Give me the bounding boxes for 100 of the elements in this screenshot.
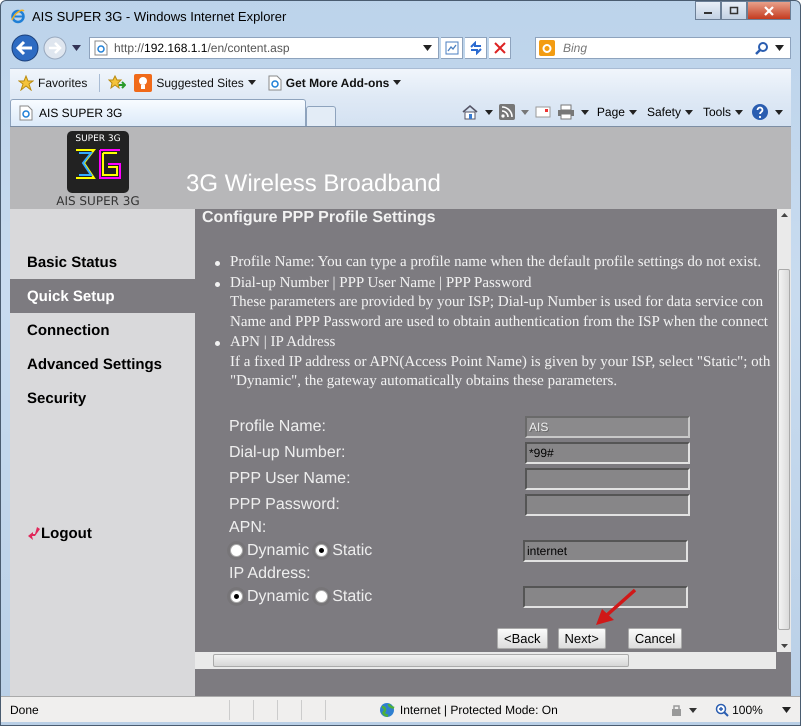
- radio-button[interactable]: [230, 590, 243, 603]
- sidebar-item[interactable]: Connection: [10, 313, 195, 347]
- globe-icon: [378, 702, 395, 718]
- help-text: These parameters are provided by your ISP; Dial-up Number is used for data service con: [230, 293, 764, 312]
- input-field[interactable]: *99#: [525, 442, 690, 464]
- field-label: APN:: [229, 518, 268, 538]
- radio-label: Static: [332, 542, 372, 560]
- bullet-icon: [215, 282, 220, 286]
- caret-icon[interactable]: [423, 45, 432, 51]
- browser-logo-icon: [10, 8, 26, 24]
- zoom-level[interactable]: 100%: [732, 702, 772, 716]
- vertical-scrollbar[interactable]: [777, 209, 791, 652]
- caret-icon[interactable]: [484, 110, 493, 114]
- page-icon: [19, 105, 33, 121]
- scroll-up-icon[interactable]: [780, 213, 788, 217]
- refresh-icon[interactable]: [465, 37, 487, 59]
- radio-button[interactable]: [315, 544, 328, 557]
- field-label: PPP Password:: [229, 496, 341, 514]
- security-zone-text: Internet | Protected Mode: On: [400, 702, 559, 716]
- logo-text: SUPER 3G: [75, 134, 121, 145]
- maximize-icon: [729, 6, 739, 15]
- caret-icon[interactable]: [684, 110, 693, 114]
- input-field[interactable]: [523, 586, 688, 608]
- scroll-down-icon[interactable]: [780, 644, 788, 648]
- form-button[interactable]: <Back: [497, 628, 548, 648]
- lock-icon[interactable]: [669, 702, 700, 716]
- page-icon: [268, 74, 282, 90]
- close-button[interactable]: [747, 1, 791, 20]
- printer-icon[interactable]: [556, 104, 575, 120]
- caret-icon[interactable]: [735, 110, 743, 114]
- browser-tab[interactable]: AIS SUPER 3G: [10, 99, 306, 126]
- menu-button[interactable]: Safety: [644, 105, 695, 119]
- back-button[interactable]: [10, 33, 40, 63]
- caret-icon[interactable]: [782, 706, 791, 712]
- input-field[interactable]: internet: [523, 540, 688, 562]
- pointer-arrow-icon: [593, 588, 637, 628]
- caret-icon[interactable]: [580, 110, 589, 114]
- search-field[interactable]: Bing: [535, 37, 791, 59]
- search-input[interactable]: Bing: [561, 40, 749, 56]
- menu-button[interactable]: Page: [594, 105, 639, 119]
- input-field[interactable]: [525, 468, 690, 490]
- radio-label: Dynamic: [247, 542, 310, 560]
- logout-link[interactable]: Logout: [10, 525, 92, 542]
- caret-icon[interactable]: [775, 45, 784, 51]
- bullet-icon: [215, 261, 220, 266]
- horizontal-scrollbar[interactable]: [195, 652, 776, 669]
- home-icon[interactable]: [460, 104, 479, 120]
- bullet-icon: [215, 341, 220, 346]
- help-text: If a fixed IP address or APN(Access Point Name) is given by your ISP, select "Static"; oth: [230, 352, 770, 372]
- stop-icon[interactable]: [489, 37, 511, 59]
- address-field[interactable]: http://192.168.1.1/en/content.asp: [89, 37, 439, 59]
- help-text: "Dynamic", the gateway automatically obtains these parameters.: [230, 372, 618, 391]
- lightbulb-icon: [134, 74, 152, 92]
- field-label: IP Address:: [229, 564, 312, 584]
- help-text: APN | IP Address: [230, 333, 336, 352]
- search-provider-icon: [539, 40, 555, 56]
- close-icon: [764, 6, 774, 16]
- zoom-icon[interactable]: [715, 702, 730, 716]
- favorites-link[interactable]: Get More Add-ons: [264, 72, 406, 92]
- favorites-link[interactable]: Suggested Sites: [130, 72, 260, 94]
- window-title: AIS SUPER 3G - Windows Internet Explorer: [32, 8, 288, 24]
- form-button[interactable]: Cancel: [628, 628, 682, 648]
- sidebar-item[interactable]: Security: [10, 381, 195, 415]
- logout-arrow-icon: [28, 527, 40, 540]
- maximize-button[interactable]: [721, 1, 747, 20]
- caret-icon[interactable]: [775, 110, 783, 114]
- help-text: Profile Name: You can type a profile name when the default profile settings do not exist.: [230, 253, 762, 272]
- sidebar-item[interactable]: Quick Setup: [10, 279, 195, 313]
- input-field[interactable]: [525, 494, 690, 516]
- caret-icon[interactable]: [628, 110, 637, 114]
- url-text: http://192.168.1.1/en/content.asp: [114, 41, 290, 55]
- history-caret-icon[interactable]: [72, 45, 81, 51]
- logo-caption: AIS SUPER 3G: [56, 193, 140, 209]
- radio-button[interactable]: [315, 590, 328, 603]
- caret-icon[interactable]: [393, 80, 402, 85]
- add-favorite-icon[interactable]: [108, 74, 126, 90]
- sidebar-item[interactable]: Basic Status: [10, 245, 195, 279]
- sidebar-item[interactable]: Advanced Settings: [10, 347, 195, 381]
- page-icon: [94, 40, 108, 56]
- caret-icon[interactable]: [248, 80, 256, 85]
- section-heading: Configure PPP Profile Settings: [201, 209, 437, 227]
- star-icon: [18, 74, 34, 90]
- radio-label: Static: [332, 588, 372, 606]
- field-label: PPP User Name:: [229, 470, 352, 488]
- help-text: Dial-up Number | PPP User Name | PPP Password: [230, 274, 533, 292]
- mail-icon[interactable]: [534, 106, 551, 118]
- logo-stripes-drawing: [74, 147, 122, 181]
- favorites-button[interactable]: Favorites: [14, 72, 92, 92]
- field-label: Dial-up Number:: [229, 444, 346, 462]
- radio-button[interactable]: [230, 544, 243, 557]
- minimize-button[interactable]: [695, 1, 721, 20]
- banner-title: 3G Wireless Broadband: [186, 170, 441, 198]
- help-text: Name and PPP Password are used to obtain authentication from the ISP when the connect: [230, 312, 768, 332]
- form-button[interactable]: Next>: [558, 628, 606, 648]
- help-icon[interactable]: [751, 103, 769, 121]
- status-text: Done: [10, 702, 40, 716]
- feed-icon[interactable]: [498, 104, 515, 120]
- radio-label: Dynamic: [247, 588, 310, 606]
- search-icon[interactable]: [755, 41, 769, 55]
- menu-button[interactable]: Tools: [700, 105, 745, 119]
